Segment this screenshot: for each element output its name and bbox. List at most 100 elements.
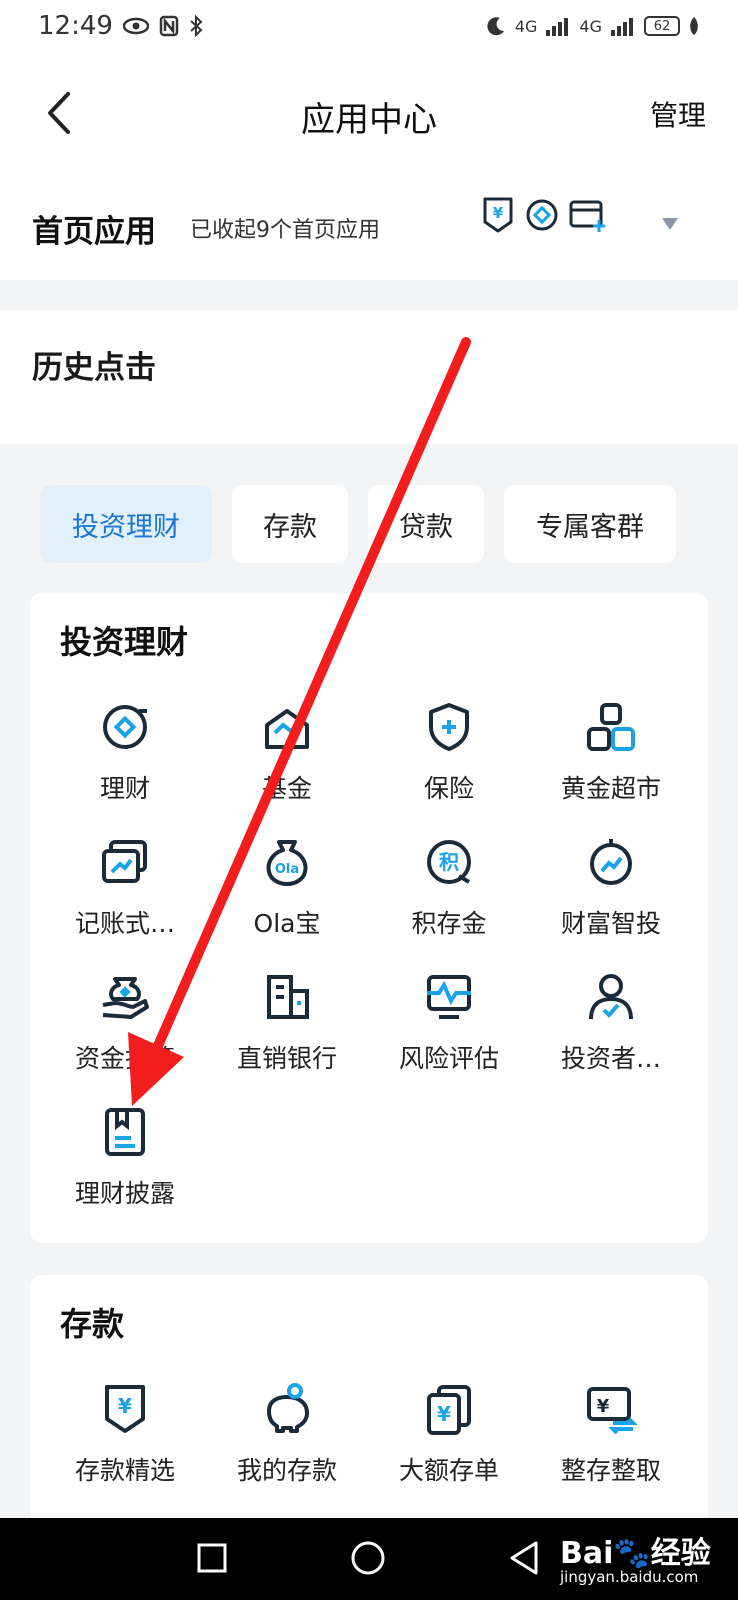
watermark-paw-icon: 🐾 [613, 1536, 651, 1571]
grid-item-label: 理财 [99, 774, 150, 803]
grid-item-risk-assessment[interactable]: 风险评估 [369, 971, 529, 1075]
grid-item-label: 积存金 [411, 909, 487, 938]
home-circle-icon[interactable] [350, 1540, 386, 1576]
gold-market-icon [587, 703, 635, 751]
grid-item-label: 大额存单 [398, 1456, 499, 1485]
grid-item-deposit-select[interactable]: ¥ 存款精选 [45, 1383, 205, 1487]
wealth-small-icon [526, 199, 558, 231]
back-triangle-icon[interactable] [508, 1540, 540, 1576]
network-type-1: 4G [514, 16, 538, 36]
grid-item-label: 我的存款 [236, 1456, 337, 1485]
moon-icon [487, 17, 504, 36]
risk-assessment-icon [427, 975, 471, 1019]
status-time: 12:49 [38, 11, 113, 41]
bookkeeping-bond-icon [102, 840, 147, 883]
collapsed-app-icons: ¥ [480, 196, 608, 234]
grid-item-label: 存款精选 [74, 1456, 175, 1485]
eye-icon [122, 17, 149, 35]
svg-text:¥: ¥ [118, 1394, 132, 1418]
gold-accumulation-icon: 积 [427, 840, 471, 884]
deposit-select-icon: ¥ [105, 1385, 145, 1433]
watermark-url: jingyan.baidu.com [560, 1568, 699, 1586]
lump-deposit-icon: ¥ [587, 1387, 638, 1435]
grid-item-insurance[interactable]: 保险 [369, 701, 529, 805]
grid-item-disclosure[interactable]: 理财披露 [45, 1106, 205, 1210]
smart-invest-icon [590, 839, 632, 885]
home-apps-subtitle: 已收起9个首页应用 [190, 218, 380, 243]
history-title: 历史点击 [32, 350, 156, 386]
watermark-brand-tail: 经验 [650, 1536, 711, 1571]
leaf-icon [690, 17, 698, 35]
fund-custody-icon [102, 977, 149, 1019]
grid-item-label: Ola宝 [253, 909, 321, 938]
grid-item-label: 基金 [261, 774, 312, 803]
tab-investment[interactable]: 投资理财 [40, 485, 212, 563]
investment-section-title: 投资理财 [60, 623, 189, 661]
network-type-2: 4G [579, 16, 602, 36]
wealth-icon [103, 705, 147, 749]
deposit-yuan-icon: ¥ [483, 197, 513, 233]
card-add-icon [569, 200, 605, 232]
svg-text:¥: ¥ [437, 1402, 451, 1426]
direct-bank-icon [267, 975, 309, 1019]
disclosure-book-icon [105, 1108, 145, 1156]
grid-item-label: 理财披露 [74, 1179, 175, 1208]
large-deposit-icon: ¥ [427, 1385, 471, 1435]
category-tabs: 投资理财 存款 贷款 专属客群 [40, 485, 676, 563]
history-section: 历史点击 [0, 310, 738, 444]
signal-icon [546, 18, 569, 36]
battery-icon: 62 [644, 16, 680, 36]
grid-item-large-deposit[interactable]: ¥ 大额存单 [369, 1383, 529, 1487]
dropdown-triangle-icon[interactable] [662, 218, 678, 230]
tab-loan[interactable]: 贷款 [368, 485, 484, 563]
grid-item-smart-invest[interactable]: 财富智投 [531, 836, 691, 940]
deposit-section-title: 存款 [60, 1305, 125, 1343]
ola-bag-icon: Ola [266, 840, 308, 886]
home-apps-section[interactable]: 首页应用 已收起9个首页应用 ¥ [0, 176, 738, 280]
grid-item-label: 黄金超市 [560, 774, 661, 803]
svg-text:¥: ¥ [597, 1396, 610, 1417]
svg-text:Ola: Ola [275, 862, 299, 877]
grid-item-direct-bank[interactable]: 直销银行 [207, 971, 367, 1075]
battery-level: 62 [653, 18, 671, 34]
investment-card: 投资理财 理财 基金 保险 黄金超市 记账式… Ola Ola宝 积 积存金 财… [30, 593, 708, 1243]
svg-text:积: 积 [439, 850, 459, 874]
grid-item-label: 风险评估 [398, 1044, 499, 1073]
page-title: 应用中心 [301, 100, 437, 140]
grid-item-investor[interactable]: 投资者… [531, 971, 691, 1075]
status-bar: 12:49 4G 4G 62 [0, 0, 738, 52]
grid-item-label: 保险 [423, 774, 474, 803]
grid-item-lump-deposit[interactable]: ¥ 整存整取 [531, 1383, 691, 1487]
grid-item-label: 记账式… [74, 909, 175, 938]
fund-icon [265, 709, 309, 749]
bluetooth-icon [190, 15, 203, 37]
signal-icon-2 [611, 18, 633, 36]
app-header: 应用中心 管理 [0, 52, 738, 176]
grid-item-label: 整存整取 [560, 1456, 661, 1485]
insurance-shield-icon [429, 703, 469, 751]
baidu-watermark: Bai🐾经验 jingyan.baidu.com [560, 1528, 711, 1586]
grid-item-fund[interactable]: 基金 [207, 701, 367, 805]
grid-item-my-deposit[interactable]: 我的存款 [207, 1383, 367, 1487]
grid-item-gold-accumulation[interactable]: 积 积存金 [369, 836, 529, 940]
deposit-card: 存款 ¥ 存款精选 我的存款 ¥ 大额存单 ¥ 整存整取 [30, 1275, 708, 1535]
grid-item-label: 投资者… [560, 1044, 661, 1073]
tab-exclusive-customers[interactable]: 专属客群 [504, 485, 676, 563]
investor-icon [589, 974, 633, 1020]
piggy-bank-icon [267, 1383, 309, 1433]
watermark-brand: Bai [560, 1536, 614, 1571]
svg-text:¥: ¥ [493, 204, 504, 222]
grid-item-fund-custody[interactable]: 资金托管 [45, 971, 205, 1075]
grid-item-wealth[interactable]: 理财 [45, 701, 205, 805]
recent-apps-icon[interactable] [196, 1542, 228, 1574]
grid-item-ola[interactable]: Ola Ola宝 [207, 836, 367, 940]
tab-deposit[interactable]: 存款 [232, 485, 348, 563]
grid-item-gold-market[interactable]: 黄金超市 [531, 701, 691, 805]
grid-item-label: 资金托管 [74, 1044, 175, 1073]
home-apps-title: 首页应用 [32, 213, 156, 250]
grid-item-bookkeeping-bond[interactable]: 记账式… [45, 836, 205, 940]
manage-button[interactable]: 管理 [650, 94, 706, 134]
grid-item-label: 财富智投 [560, 909, 661, 938]
grid-item-label: 直销银行 [236, 1044, 337, 1073]
nfc-icon [159, 15, 179, 37]
